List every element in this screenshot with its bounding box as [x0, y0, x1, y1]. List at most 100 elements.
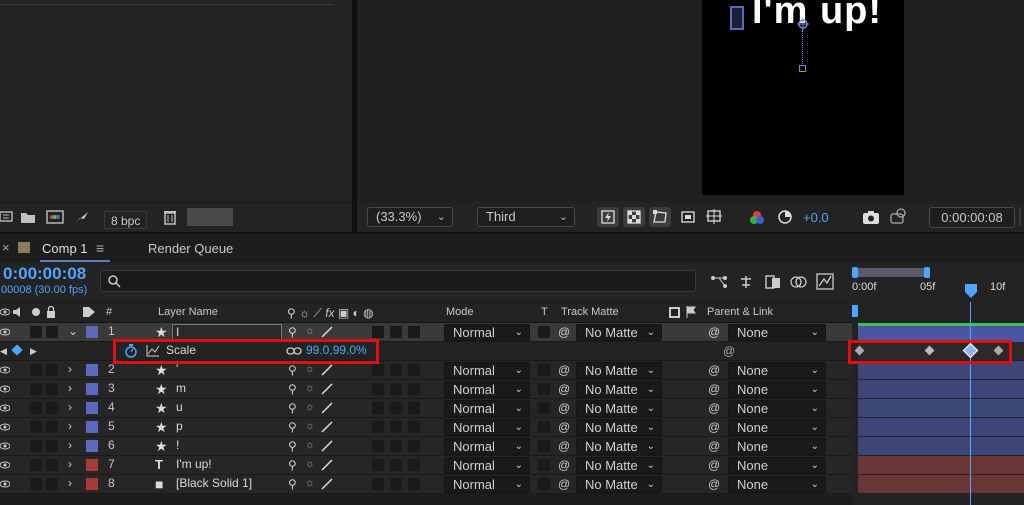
chevron-right-icon[interactable]: ›	[68, 457, 72, 471]
comp-mini-flowchart-icon[interactable]	[710, 274, 728, 290]
layer-bar-8[interactable]	[858, 475, 1024, 493]
parent-pickwhip-icon[interactable]: @	[708, 325, 720, 339]
bit-depth-button[interactable]: 8 bpc	[104, 211, 148, 229]
collapse-switch-icon[interactable]: ☼	[305, 420, 315, 432]
motion-path-keyframe[interactable]	[799, 65, 806, 72]
time-ruler[interactable]: 0:00f 05f 10f	[852, 262, 1024, 302]
preserve-transparency-checkbox[interactable]	[538, 459, 550, 471]
property-row-scale[interactable]: ◀ ▶ Scale 99.0,99.0% @	[0, 339, 852, 364]
collapse-switch-icon[interactable]: ☼	[305, 382, 315, 394]
shy-switch-icon[interactable]: ⚲	[288, 439, 297, 453]
reset-exposure-icon[interactable]	[777, 209, 793, 225]
effects-switch[interactable]	[372, 478, 384, 490]
label-color-swatch[interactable]	[86, 383, 98, 395]
collapse-switch-icon[interactable]: ☼	[305, 458, 315, 470]
layer-bar-7[interactable]	[858, 456, 1024, 474]
shy-switch-icon[interactable]: ⚲	[288, 382, 297, 396]
shy-switch-icon[interactable]: ⚲	[288, 477, 297, 491]
layer-search-input[interactable]	[100, 270, 696, 292]
layer-bar-4[interactable]	[858, 399, 1024, 417]
mode-dropdown[interactable]: Normal ⌄	[444, 419, 530, 436]
parent-dropdown[interactable]: None ⌄	[728, 457, 826, 474]
layer-row[interactable]: › 4 ★ u ⚲ ☼ Normal ⌄ @ No Matte ⌄ @ None ⌄	[0, 399, 852, 418]
matte-pickwhip-icon[interactable]: @	[558, 420, 570, 434]
chevron-down-icon[interactable]: ⌄	[68, 324, 78, 338]
solo-checkbox[interactable]	[30, 364, 42, 376]
grid-guide-options-icon[interactable]	[703, 207, 725, 227]
next-keyframe-icon[interactable]: ▶	[30, 346, 37, 357]
lock-checkbox[interactable]	[46, 440, 58, 452]
mask-path-visibility-icon[interactable]	[649, 207, 671, 227]
solo-dot-icon[interactable]	[32, 308, 40, 316]
motion-blur-switch[interactable]	[390, 478, 402, 490]
label-color-swatch[interactable]	[86, 402, 98, 414]
video-eye-icon[interactable]	[0, 479, 10, 489]
3d-layer-switch[interactable]	[408, 421, 420, 433]
parent-pickwhip-icon[interactable]: @	[708, 382, 720, 396]
motion-blur-switch[interactable]	[390, 440, 402, 452]
layer-row[interactable]: › 6 ★ ! ⚲ ☼ Normal ⌄ @ No Matte ⌄ @ None ⌄	[0, 437, 852, 456]
matte-pickwhip-icon[interactable]: @	[558, 363, 570, 377]
motion-blur-switch[interactable]	[390, 383, 402, 395]
track-matte-dropdown[interactable]: No Matte ⌄	[576, 362, 662, 379]
lock-checkbox[interactable]	[46, 402, 58, 414]
lock-checkbox[interactable]	[46, 421, 58, 433]
parent-dropdown[interactable]: None ⌄	[728, 476, 826, 493]
quality-switch-icon[interactable]	[321, 326, 333, 338]
interpret-footage-icon[interactable]	[0, 211, 14, 223]
matte-pickwhip-icon[interactable]: @	[558, 382, 570, 396]
selection-bounding-box[interactable]	[730, 6, 744, 30]
collapse-switch-icon[interactable]: ☼	[305, 401, 315, 413]
matte-pickwhip-icon[interactable]: @	[558, 325, 570, 339]
preserve-transparency-checkbox[interactable]	[538, 421, 550, 433]
solo-checkbox[interactable]	[30, 478, 42, 490]
track-matte-dropdown[interactable]: No Matte ⌄	[576, 381, 662, 398]
layer-name[interactable]: '	[176, 362, 178, 376]
label-color-swatch[interactable]	[86, 459, 98, 471]
trash-icon[interactable]	[163, 209, 177, 225]
parent-dropdown[interactable]: None ⌄	[728, 324, 826, 341]
collapse-switch-icon[interactable]: ☼	[305, 363, 315, 375]
label-color-swatch[interactable]	[86, 364, 98, 376]
transparency-grid-icon[interactable]	[623, 207, 645, 227]
quality-switch-icon[interactable]	[321, 421, 333, 433]
3d-layer-switch[interactable]	[408, 383, 420, 395]
mode-dropdown[interactable]: Normal ⌄	[444, 457, 530, 474]
composition-canvas[interactable]: I'm up!	[702, 0, 904, 195]
parent-pickwhip-icon[interactable]: @	[708, 401, 720, 415]
matte-pickwhip-icon[interactable]: @	[558, 401, 570, 415]
collapse-switch-icon[interactable]: ☼	[305, 477, 315, 489]
video-eye-icon[interactable]	[0, 365, 10, 375]
motion-blur-switch[interactable]	[390, 459, 402, 471]
label-color-swatch[interactable]	[86, 440, 98, 452]
show-snapshot-icon[interactable]	[889, 208, 907, 224]
layer-name[interactable]: !	[176, 438, 179, 452]
shy-switch-icon[interactable]: ⚲	[288, 458, 297, 472]
mode-dropdown[interactable]: Normal ⌄	[444, 400, 530, 417]
layer-name[interactable]: p	[176, 419, 183, 433]
label-color-swatch[interactable]	[86, 421, 98, 433]
layer-name[interactable]: m	[176, 381, 186, 395]
parent-pickwhip-icon[interactable]: @	[708, 439, 720, 453]
region-of-interest-icon[interactable]	[677, 207, 699, 227]
mode-dropdown[interactable]: Normal ⌄	[444, 362, 530, 379]
preserve-transparency-checkbox[interactable]	[538, 478, 550, 490]
video-eye-icon[interactable]	[0, 441, 10, 451]
motion-blur-switch[interactable]	[390, 364, 402, 376]
preserve-transparency-checkbox[interactable]	[538, 364, 550, 376]
solo-checkbox[interactable]	[30, 440, 42, 452]
video-eye-icon[interactable]	[0, 327, 10, 337]
column-track-matte[interactable]: Track Matte	[561, 306, 619, 318]
anchor-point-icon[interactable]	[797, 18, 809, 30]
tab-render-queue[interactable]: Render Queue	[148, 241, 233, 256]
mode-dropdown[interactable]: Normal ⌄	[444, 476, 530, 493]
parent-pickwhip-icon[interactable]: @	[708, 363, 720, 377]
motion-blur-switch[interactable]	[390, 402, 402, 414]
current-time-display[interactable]: 0:00:00:08	[3, 264, 86, 284]
new-composition-icon[interactable]	[46, 210, 64, 224]
effects-switch[interactable]	[372, 459, 384, 471]
track-matte-dropdown[interactable]: No Matte ⌄	[576, 400, 662, 417]
3d-layer-switch[interactable]	[408, 440, 420, 452]
close-tab-icon[interactable]: ×	[2, 240, 10, 255]
viewer-timecode[interactable]: 0:00:00:08	[929, 207, 1015, 228]
